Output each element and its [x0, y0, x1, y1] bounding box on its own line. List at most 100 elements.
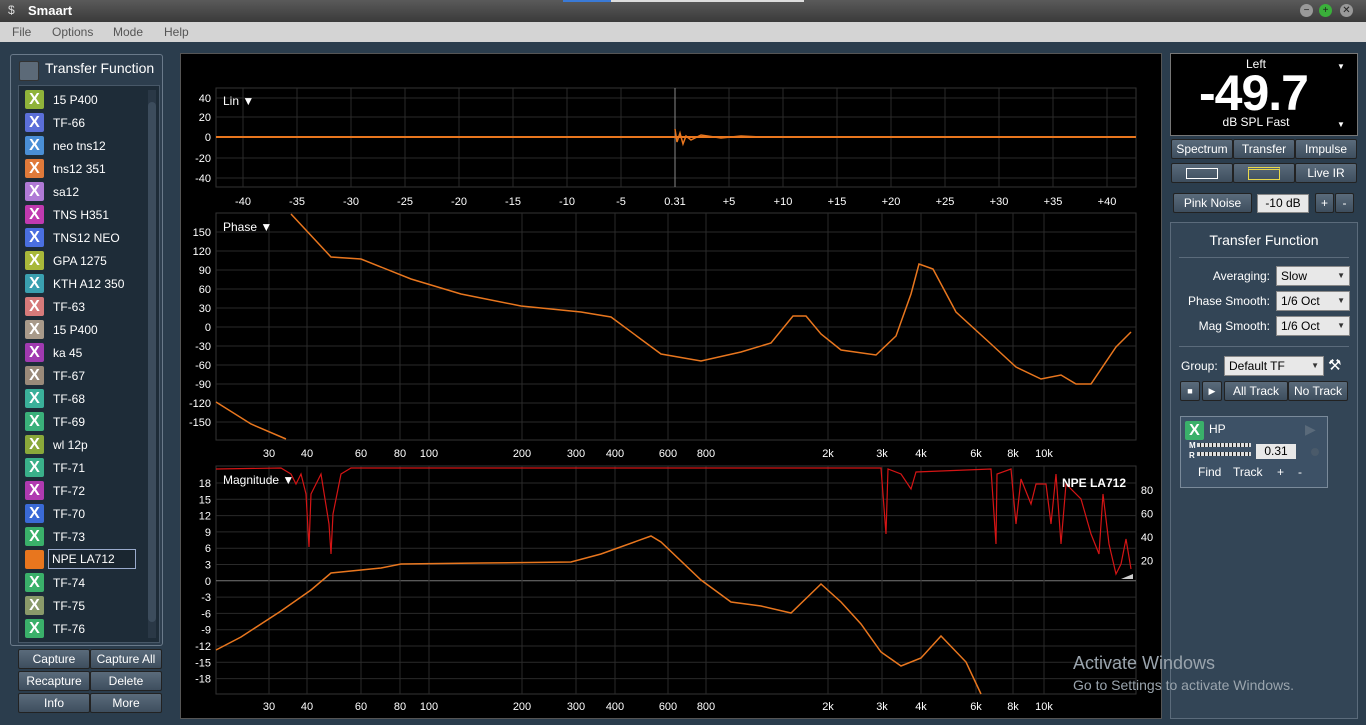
group-select[interactable]: Default TF ▼: [1224, 356, 1324, 376]
trace-toggle-icon[interactable]: X: [25, 113, 44, 132]
impulse-x-tick: -35: [289, 196, 305, 208]
track-button[interactable]: Track: [1233, 465, 1263, 479]
graph-canvas[interactable]: 40200-20-40-40 -35 -30 -25 -20 -15 -10 -5 0.31 +5…: [181, 54, 1161, 718]
menu-help[interactable]: Help: [164, 25, 189, 39]
generator-level-field[interactable]: -10 dB: [1257, 194, 1309, 213]
list-item[interactable]: X TF-67: [25, 366, 150, 387]
list-item[interactable]: Xtns12 351: [25, 159, 150, 180]
delay-field[interactable]: 0.31: [1256, 444, 1296, 459]
trace-toggle-icon[interactable]: X: [25, 412, 44, 431]
list-item[interactable]: X TF-73: [25, 527, 150, 548]
averaging-select[interactable]: Slow ▼: [1276, 266, 1350, 286]
no-track-button[interactable]: No Track: [1288, 381, 1348, 401]
list-item[interactable]: NPE LA712: [25, 549, 150, 571]
trace-toggle-icon[interactable]: X: [25, 504, 44, 523]
measurement-enable-icon[interactable]: X: [1185, 421, 1204, 440]
trace-toggle-icon[interactable]: X: [25, 182, 44, 201]
list-item[interactable]: Xka 45: [25, 343, 150, 364]
trace-toggle-icon[interactable]: X: [25, 205, 44, 224]
list-item[interactable]: X TF-72: [25, 481, 150, 502]
trace-toggle-icon[interactable]: X: [25, 458, 44, 477]
phase-smooth-select[interactable]: 1/6 Oct ▼: [1276, 291, 1350, 311]
trace-toggle-icon[interactable]: X: [25, 527, 44, 546]
play-arrow-icon[interactable]: ▶: [1305, 421, 1316, 438]
list-item[interactable]: X 15 P400: [25, 90, 150, 111]
panel-toggle-icon[interactable]: [19, 61, 39, 81]
spl-channel-dropdown-icon[interactable]: ▼: [1337, 62, 1345, 71]
capture-button[interactable]: Capture: [18, 649, 90, 669]
pink-noise-button[interactable]: Pink Noise: [1173, 193, 1252, 213]
trace-toggle-icon[interactable]: X: [25, 389, 44, 408]
wrench-icon[interactable]: ⚒: [1328, 356, 1341, 374]
remove-button[interactable]: -: [1298, 465, 1302, 479]
mag-smooth-select[interactable]: 1/6 Oct ▼: [1276, 316, 1350, 336]
play-button[interactable]: ▶: [1202, 381, 1222, 401]
graph-area[interactable]: 40 20 0 -20 -40 -40 -35 -30 -25 -20 -15 -10 -5 0.31 +5…: [180, 53, 1162, 719]
trace-toggle-icon[interactable]: X: [25, 297, 44, 316]
list-item[interactable]: X TNS12 NEO: [25, 228, 150, 249]
trace-toggle-icon[interactable]: X: [25, 343, 44, 362]
list-item[interactable]: X TF-66: [25, 113, 150, 134]
phase-smooth-label: Phase Smooth:: [1187, 294, 1270, 308]
list-item[interactable]: X TF-74: [25, 573, 150, 594]
trace-toggle-icon[interactable]: X: [25, 136, 44, 155]
list-item[interactable]: X TF-68: [25, 389, 150, 410]
close-icon[interactable]: ✕: [1340, 4, 1353, 17]
list-item[interactable]: X TF-71: [25, 458, 150, 479]
selected-swatch-icon[interactable]: [25, 550, 44, 569]
level-decrease-button[interactable]: -: [1335, 193, 1354, 213]
trace-toggle-icon[interactable]: X: [25, 596, 44, 615]
list-item[interactable]: X GPA 1275: [25, 251, 150, 272]
trace-toggle-icon[interactable]: X: [25, 320, 44, 339]
list-item-label: 15 P400: [53, 323, 98, 337]
add-button[interactable]: +: [1277, 465, 1284, 479]
minimize-icon[interactable]: −: [1300, 4, 1313, 17]
delete-button[interactable]: Delete: [90, 671, 162, 691]
menu-mode[interactable]: Mode: [113, 25, 143, 39]
live-ir-button[interactable]: Live IR: [1295, 163, 1357, 183]
all-track-button[interactable]: All Track: [1224, 381, 1288, 401]
list-item[interactable]: X TF-70: [25, 504, 150, 525]
spl-meter[interactable]: Left -49.7 dB SPL Fast ▼ ▼: [1170, 53, 1358, 136]
recapture-button[interactable]: Recapture: [18, 671, 90, 691]
list-item[interactable]: X TNS H351: [25, 205, 150, 226]
list-item[interactable]: X 15 P400: [25, 320, 150, 341]
maximize-icon[interactable]: +: [1319, 4, 1332, 17]
trace-toggle-icon[interactable]: X: [25, 435, 44, 454]
list-item[interactable]: X TF-63: [25, 297, 150, 318]
trace-toggle-icon[interactable]: X: [25, 159, 44, 178]
tab-spectrum[interactable]: Spectrum: [1171, 139, 1233, 159]
list-item[interactable]: X KTH A12 350: [25, 274, 150, 295]
trace-toggle-icon[interactable]: X: [25, 573, 44, 592]
tab-impulse[interactable]: Impulse: [1295, 139, 1357, 159]
menu-file[interactable]: File: [12, 25, 31, 39]
list-item[interactable]: X TF-76: [25, 619, 150, 640]
averaging-label: Averaging:: [1212, 269, 1270, 283]
spl-unit-dropdown-icon[interactable]: ▼: [1337, 120, 1345, 129]
trace-toggle-icon[interactable]: X: [25, 274, 44, 293]
scroll-thumb[interactable]: [148, 102, 156, 622]
find-button[interactable]: Find: [1198, 465, 1221, 479]
list-item[interactable]: X TF-69: [25, 412, 150, 433]
more-button[interactable]: More: [90, 693, 162, 713]
trace-toggle-icon[interactable]: X: [25, 251, 44, 270]
tab-transfer[interactable]: Transfer: [1233, 139, 1295, 159]
trace-toggle-icon[interactable]: X: [25, 481, 44, 500]
stop-button[interactable]: ■: [1180, 381, 1200, 401]
trace-toggle-icon[interactable]: X: [25, 228, 44, 247]
level-increase-button[interactable]: +: [1315, 193, 1334, 213]
trace-toggle-icon[interactable]: X: [25, 90, 44, 109]
info-button[interactable]: Info: [18, 693, 90, 713]
trace-toggle-icon[interactable]: X: [25, 619, 44, 638]
trace-toggle-icon[interactable]: X: [25, 366, 44, 385]
menu-options[interactable]: Options: [52, 25, 93, 39]
dual-graph-layout-button[interactable]: [1233, 163, 1295, 183]
list-item[interactable]: Xwl 12p: [25, 435, 150, 456]
list-item[interactable]: Xsa12: [25, 182, 150, 203]
list-scrollbar[interactable]: [148, 90, 156, 638]
capture-all-button[interactable]: Capture All: [90, 649, 162, 669]
list-item[interactable]: X TF-75: [25, 596, 150, 617]
measurement-card[interactable]: X HP ▶ M R 0.31 Find Track + -: [1180, 416, 1328, 488]
single-graph-layout-button[interactable]: [1171, 163, 1233, 183]
list-item[interactable]: Xneo tns12: [25, 136, 150, 157]
